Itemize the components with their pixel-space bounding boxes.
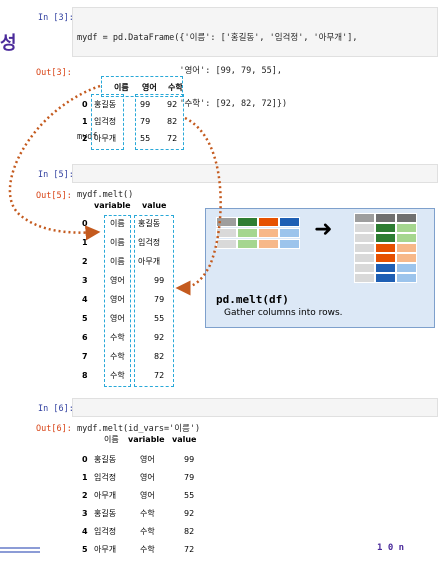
page-mark: 1 0 n xyxy=(377,543,405,553)
footer-rule-top xyxy=(0,547,40,549)
footer-rule-bottom xyxy=(0,551,40,553)
arrow-values-to-value xyxy=(175,116,222,296)
arrow-id-to-variable xyxy=(8,84,101,241)
dotted-arrows-overlay xyxy=(8,84,222,296)
